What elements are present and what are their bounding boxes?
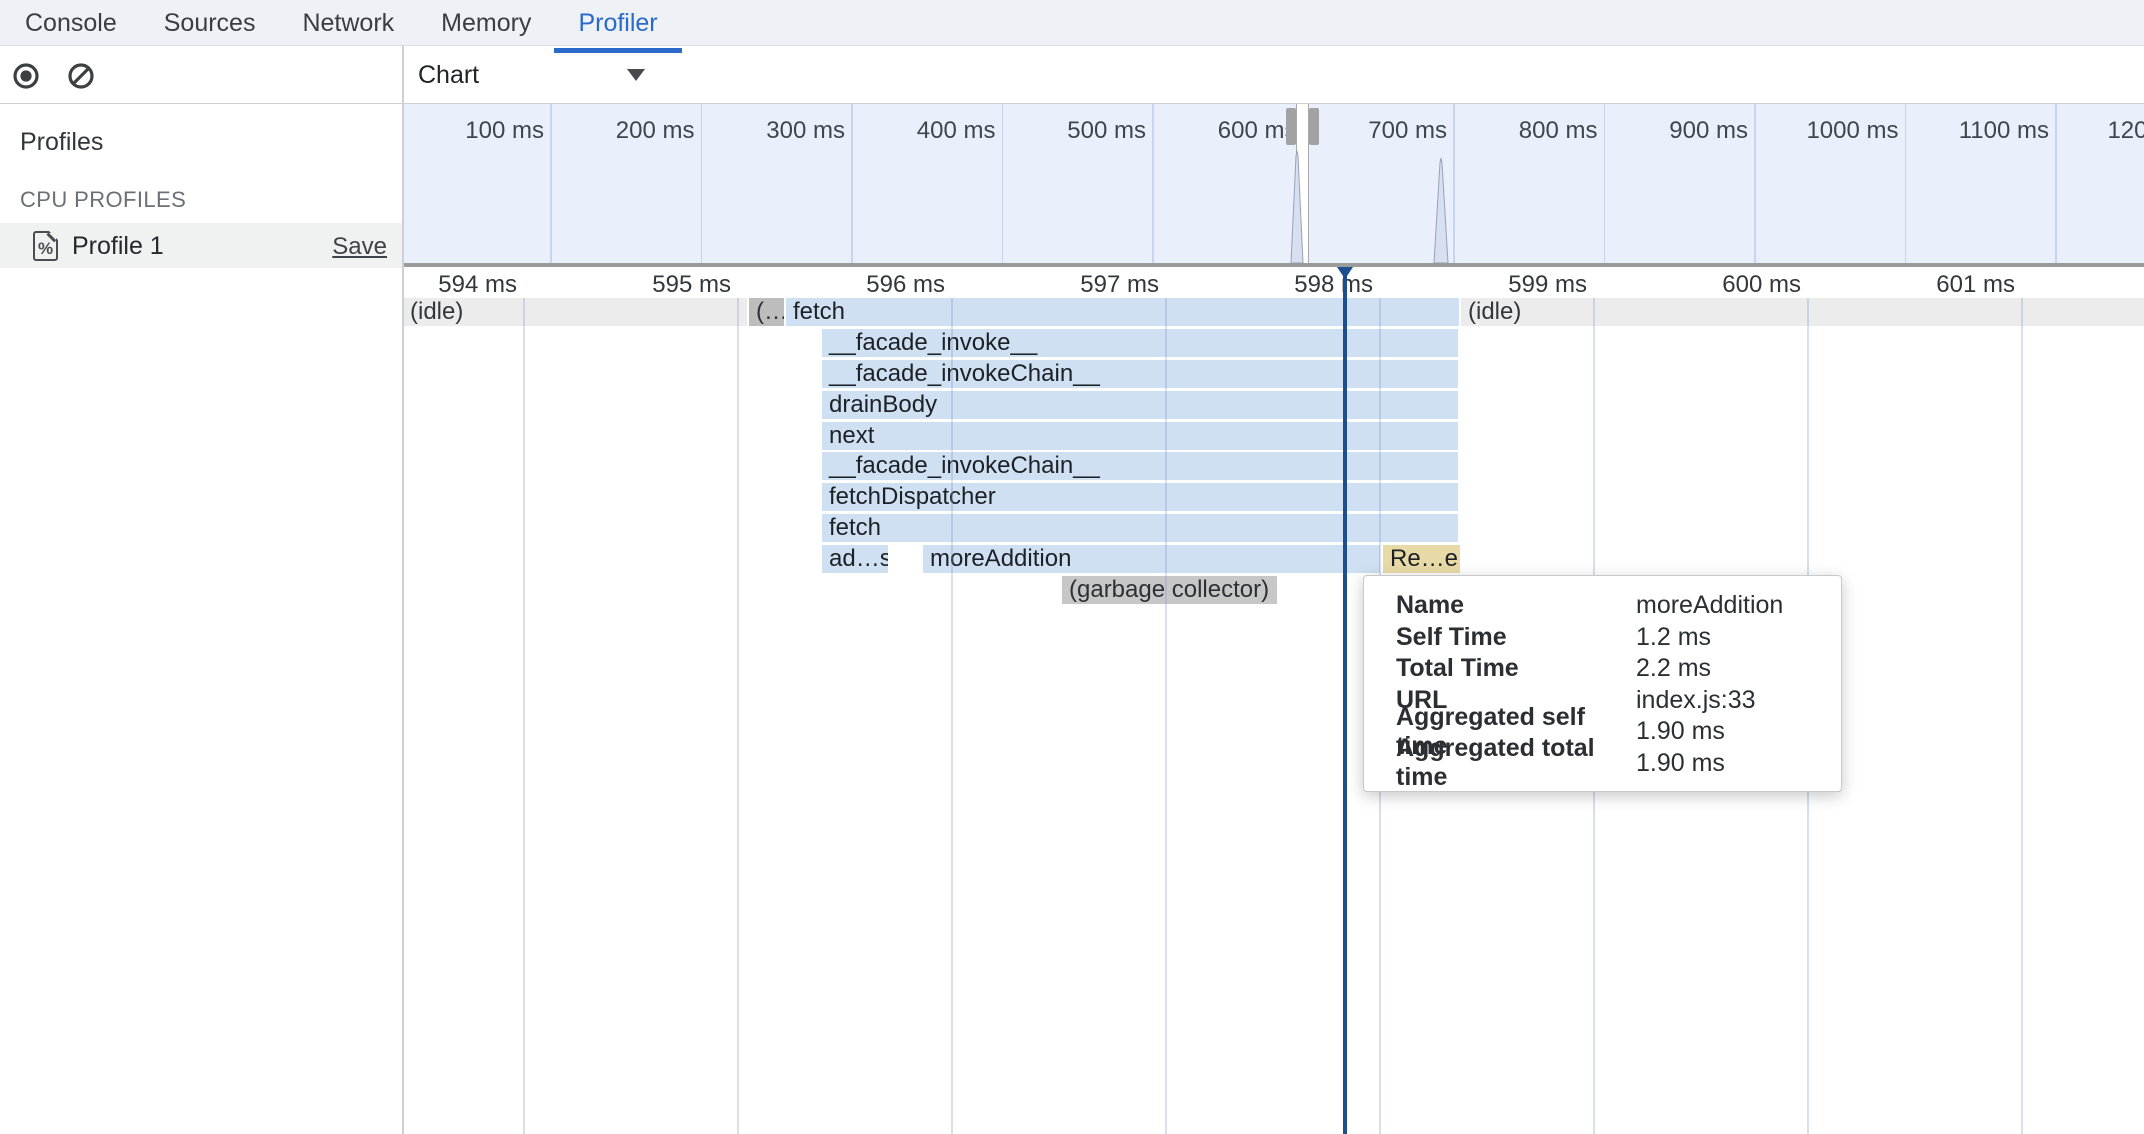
profiles-sidebar: Profiles CPU PROFILES % Profile 1 Save: [0, 104, 402, 1134]
flame-box-facade-invoke[interactable]: __facade_invoke__: [822, 329, 1458, 357]
flame-box-idle[interactable]: (idle): [403, 298, 747, 326]
selection-handle-left[interactable]: [1286, 108, 1296, 145]
flame-box-fetch[interactable]: fetch: [786, 298, 1459, 326]
tooltip-label: Aggregated total time: [1364, 734, 1636, 792]
tooltip-value: 1.90 ms: [1636, 749, 1725, 778]
record-icon[interactable]: [12, 62, 40, 90]
tab-console[interactable]: Console: [25, 0, 117, 46]
overview-tick-label: 300 ms: [735, 117, 845, 145]
flame-box-facade-invoke-chain[interactable]: __facade_invokeChain__: [822, 452, 1458, 480]
profiler-toolbar: Chart: [0, 46, 2144, 104]
flame-box-fetch[interactable]: fetch: [822, 514, 1458, 542]
tooltip-value: 1.90 ms: [1636, 717, 1725, 746]
overview-tick-label: 1000 ms: [1789, 117, 1899, 145]
flame-box-facade-invoke-chain[interactable]: __facade_invokeChain__: [822, 360, 1458, 388]
save-profile-link[interactable]: Save: [332, 233, 387, 261]
ruler-tick-label: 601 ms: [1925, 271, 2015, 299]
flame-box-idle[interactable]: (idle): [1461, 298, 2144, 326]
overview-tick-label: 800 ms: [1488, 117, 1598, 145]
tab-network[interactable]: Network: [302, 0, 394, 46]
ruler-tick-label: 599 ms: [1497, 271, 1587, 299]
sidebar-divider: [402, 46, 404, 1134]
tooltip-value: 2.2 ms: [1636, 654, 1711, 683]
tab-memory[interactable]: Memory: [441, 0, 531, 46]
overview-tick-label: 900 ms: [1638, 117, 1748, 145]
tooltip-value: index.js:33: [1636, 686, 1756, 715]
flame-box-garbage-collector[interactable]: (garbage collector): [1062, 576, 1277, 604]
flame-box-next[interactable]: next: [822, 422, 1458, 450]
tab-profiler[interactable]: Profiler: [578, 0, 657, 46]
frame-details-tooltip: Name moreAddition Self Time 1.2 ms Total…: [1363, 575, 1842, 792]
clear-icon[interactable]: [67, 62, 95, 90]
overview-tick-label: 700 ms: [1337, 117, 1447, 145]
time-marker-line[interactable]: [1343, 267, 1347, 1134]
flame-box-truncated[interactable]: (…: [749, 298, 784, 326]
tooltip-value: 1.2 ms: [1636, 623, 1711, 652]
overview-tick-label: 400 ms: [886, 117, 996, 145]
overview-tick-label: 100 ms: [434, 117, 544, 145]
profile-name: Profile 1: [72, 232, 164, 261]
tooltip-row: Aggregated total time 1.90 ms: [1364, 748, 1841, 780]
tooltip-label: Self Time: [1364, 623, 1636, 652]
tooltip-row: Name moreAddition: [1364, 590, 1841, 622]
tooltip-label: Total Time: [1364, 654, 1636, 683]
detail-time-ruler[interactable]: 594 ms 595 ms 596 ms 597 ms 598 ms 599 m…: [402, 267, 2144, 298]
overview-tick-label: 500 ms: [1036, 117, 1146, 145]
ruler-tick-label: 598 ms: [1283, 271, 1373, 299]
tooltip-value: moreAddition: [1636, 591, 1783, 620]
flame-box-selected[interactable]: Re…e: [1383, 545, 1460, 573]
flame-box-drain-body[interactable]: drainBody: [822, 391, 1458, 419]
overview-tick-label: 1200 ms: [2090, 117, 2144, 145]
cpu-profiles-section-title: CPU PROFILES: [20, 187, 186, 213]
ruler-tick-label: 596 ms: [855, 271, 945, 299]
overview-tick-label: 600 ms: [1187, 117, 1297, 145]
tab-sources[interactable]: Sources: [164, 0, 256, 46]
tooltip-row: Total Time 2.2 ms: [1364, 653, 1841, 685]
tooltip-label: Name: [1364, 591, 1636, 620]
tooltip-row: Self Time 1.2 ms: [1364, 622, 1841, 654]
ruler-tick-label: 600 ms: [1711, 271, 1801, 299]
flame-chart[interactable]: (idle) (… fetch (idle) __facade_invoke__…: [402, 298, 2144, 1134]
profiles-title: Profiles: [20, 128, 103, 157]
selection-handle-right[interactable]: [1309, 108, 1319, 145]
profile-document-icon: %: [33, 231, 58, 261]
profile-list-item[interactable]: % Profile 1 Save: [0, 223, 402, 268]
overview-tick-label: 1100 ms: [1939, 117, 2049, 145]
flame-box-more-addition[interactable]: moreAddition: [923, 545, 1380, 573]
devtools-tab-bar: Console Sources Network Memory Profiler: [0, 0, 2144, 46]
flame-box-fetch-dispatcher[interactable]: fetchDispatcher: [822, 483, 1458, 511]
chevron-down-icon: [627, 69, 645, 81]
ruler-tick-label: 594 ms: [427, 271, 517, 299]
view-mode-label: Chart: [418, 61, 479, 89]
ruler-tick-label: 597 ms: [1069, 271, 1159, 299]
view-mode-select[interactable]: Chart: [418, 55, 663, 95]
ruler-tick-label: 595 ms: [641, 271, 731, 299]
overview-tick-label: 200 ms: [585, 117, 695, 145]
timeline-overview[interactable]: 100 ms 200 ms 300 ms 400 ms 500 ms 600 m…: [402, 104, 2144, 263]
flame-box-add-numbers[interactable]: ad…s: [822, 545, 888, 573]
